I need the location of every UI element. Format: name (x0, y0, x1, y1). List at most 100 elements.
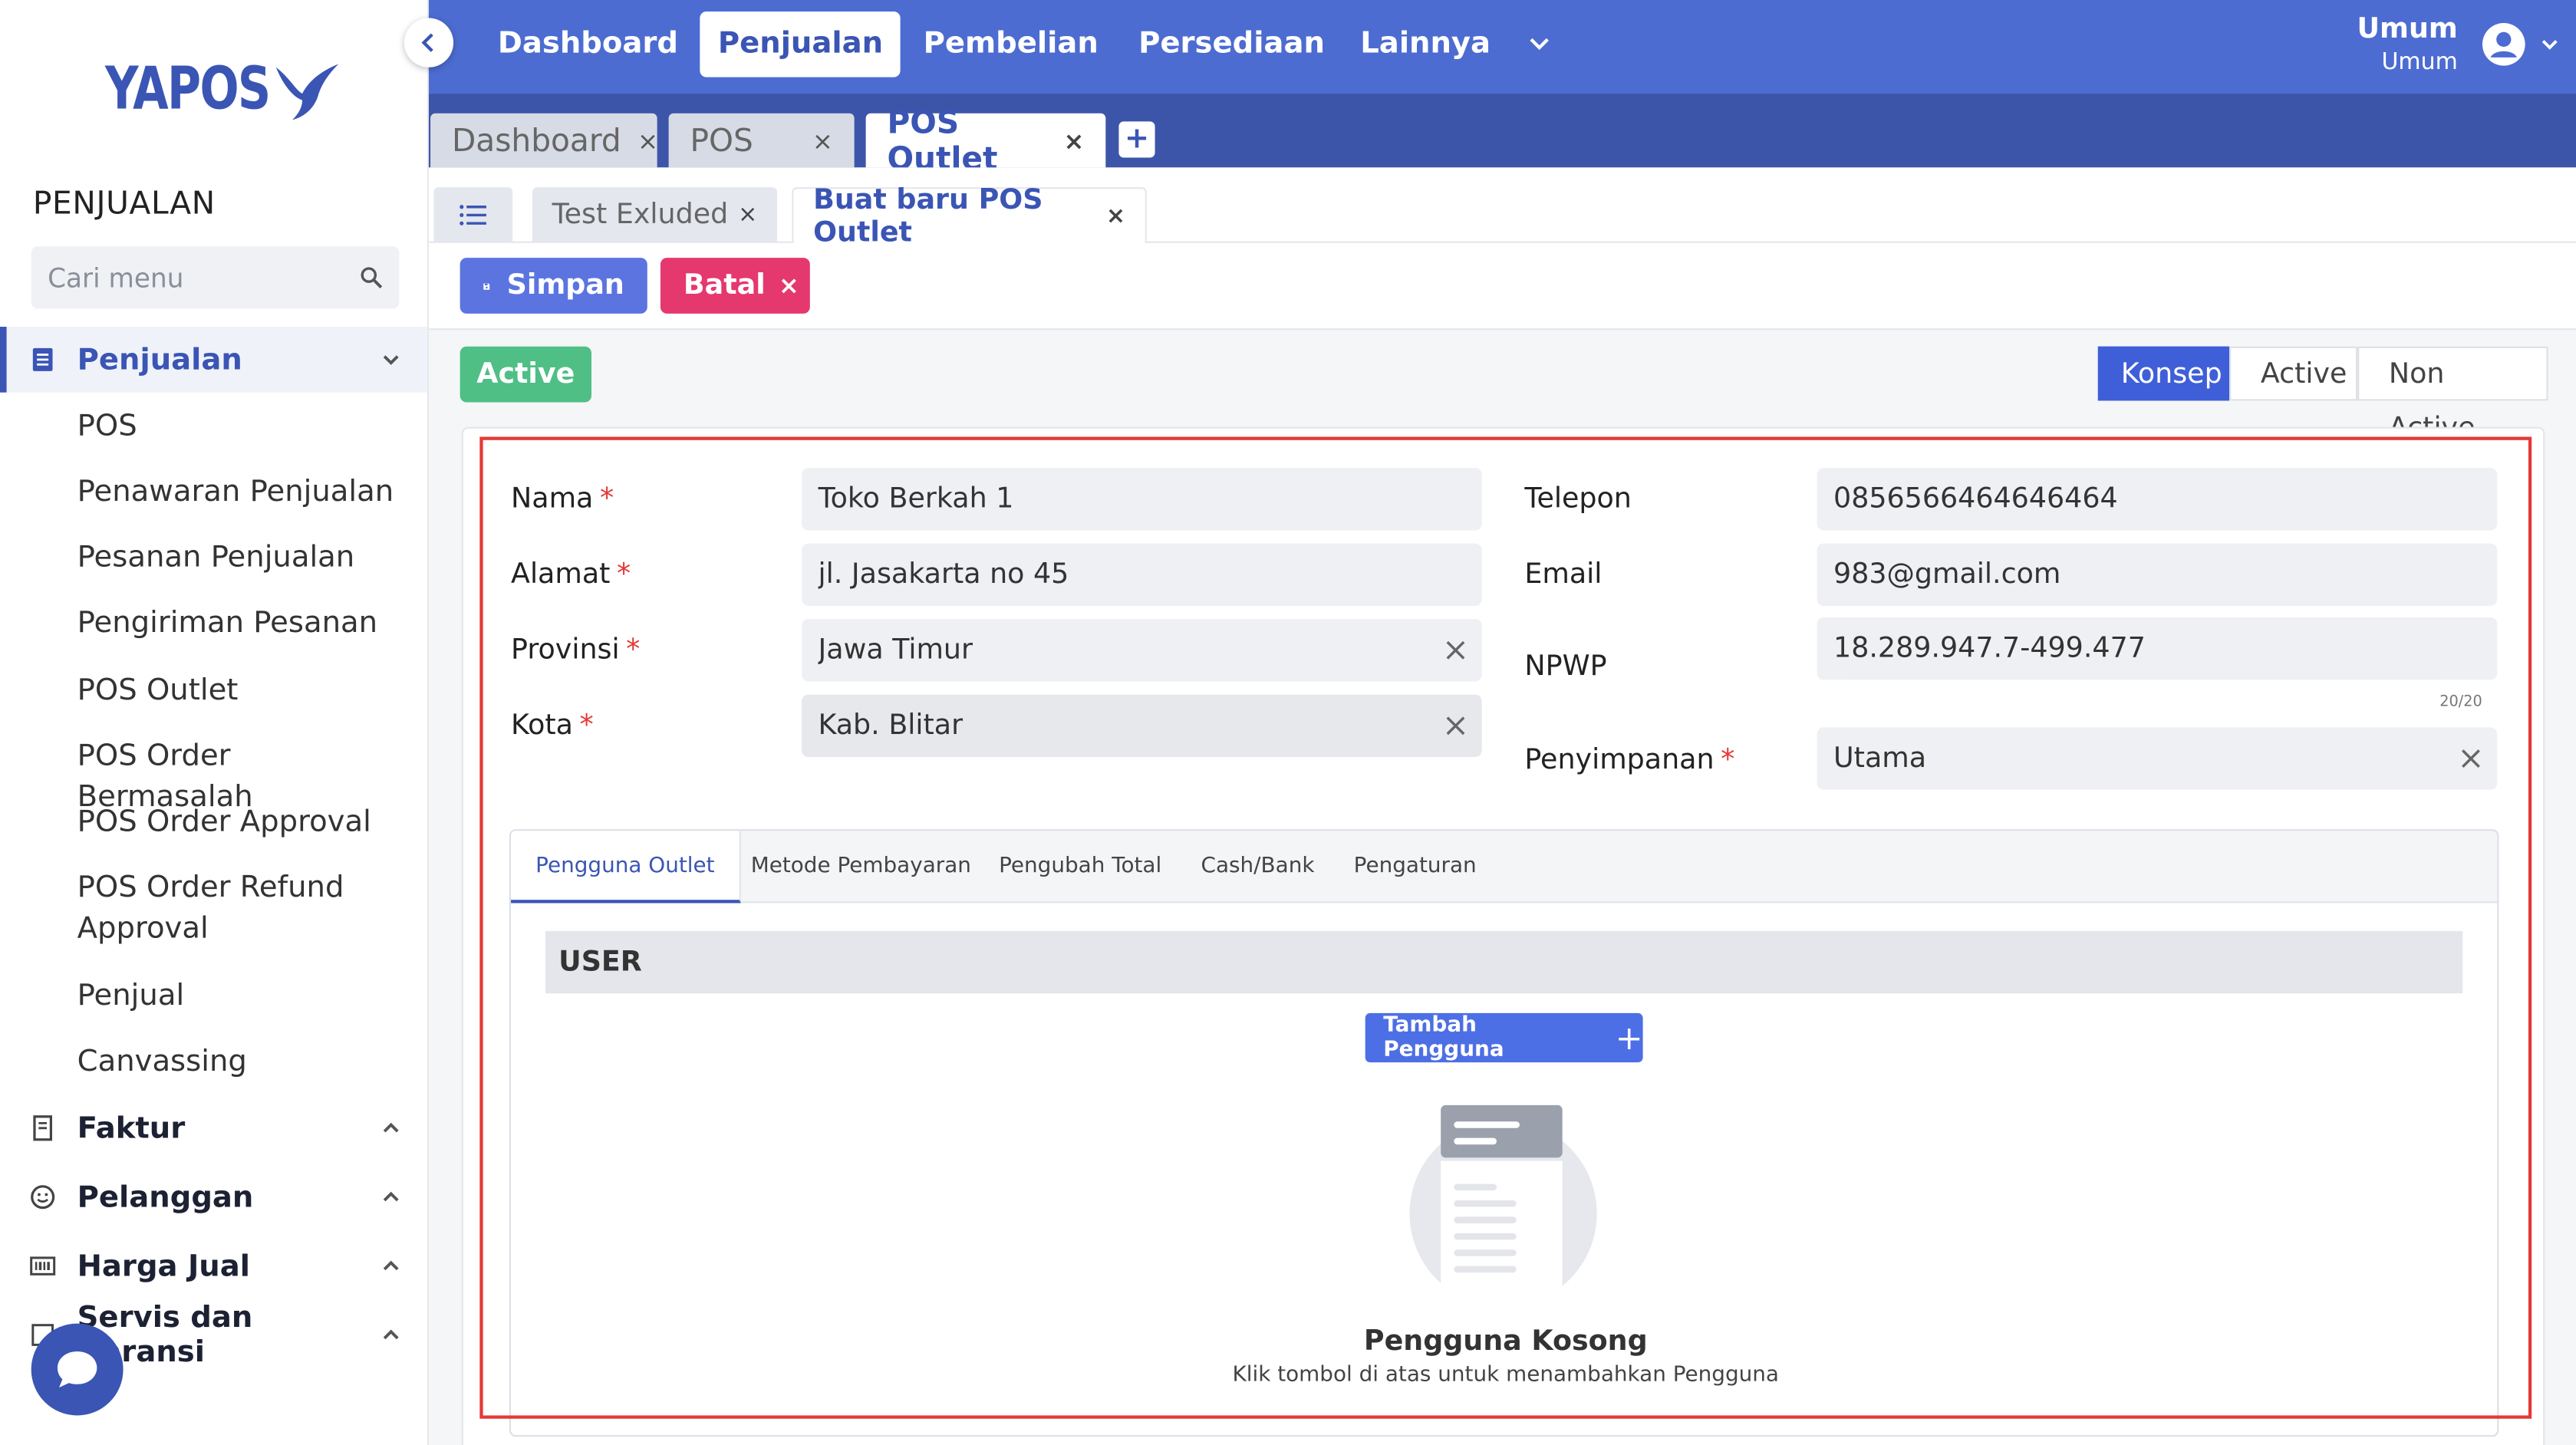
sidebar-group-penjualan[interactable]: Penjualan (0, 327, 427, 393)
search-icon (361, 267, 383, 289)
sidebar-group-faktur[interactable]: Faktur (0, 1095, 427, 1161)
outlet-detail-tabs: Pengguna Outlet Metode Pembayaran Pengub… (509, 829, 2499, 1437)
tab-pos[interactable]: POS × (668, 113, 855, 168)
document-list-icon (30, 347, 56, 373)
chevron-up-icon (383, 1329, 399, 1340)
sidebar-item-canvassing[interactable]: Canvassing (77, 1041, 414, 1082)
sidebar-item-pos-outlet[interactable]: POS Outlet (77, 670, 414, 711)
list-view-button[interactable] (433, 187, 513, 243)
subtab-buat-baru-pos-outlet[interactable]: Buat baru POS Outlet × (792, 183, 1147, 249)
sidebar-group-pelanggan[interactable]: Pelanggan (0, 1164, 427, 1230)
close-icon[interactable]: × (1106, 202, 1125, 229)
user-avatar-icon[interactable] (2481, 21, 2527, 67)
empty-state-title: Pengguna Kosong (1363, 1325, 1648, 1358)
status-badge: Active (460, 346, 591, 403)
menu-search-box[interactable] (31, 246, 400, 309)
sidebar-item-pos-order-approval[interactable]: POS Order Approval (77, 801, 414, 843)
penyimpanan-select[interactable] (1817, 727, 2498, 790)
chat-button[interactable] (31, 1323, 124, 1416)
nama-label: Nama * (511, 482, 614, 516)
kota-select[interactable] (802, 694, 1482, 757)
add-user-label: Tambah Pengguna (1383, 1012, 1504, 1063)
menu-search-input[interactable] (48, 262, 361, 294)
step-non-active[interactable]: Non Active (2357, 346, 2548, 445)
floppy-disk-icon (483, 282, 490, 289)
npwp-char-counter: 20/20 (2439, 694, 2482, 712)
nama-input[interactable] (802, 468, 1482, 531)
step-konsep[interactable]: Konsep (2097, 346, 2230, 401)
nav-dashboard[interactable]: Dashboard (479, 12, 696, 77)
sidebar-group-label: Harga Jual (77, 1249, 250, 1284)
sidebar: YAPOS PENJUALAN Penjualan POS Penawaran … (0, 0, 429, 1445)
clear-icon[interactable] (1444, 714, 1467, 737)
chevron-left-icon (421, 33, 433, 52)
sidebar-item-penawaran-penjualan[interactable]: Penawaran Penjualan (77, 471, 414, 512)
subtab-test-exluded[interactable]: Test Exluded × (532, 187, 777, 243)
tab-metode-pembayaran[interactable]: Metode Pembayaran (726, 831, 996, 903)
brand-logo[interactable]: YAPOS (105, 56, 341, 123)
empty-document-icon (1409, 1104, 1597, 1292)
user-info[interactable]: Umum Umum (2357, 13, 2457, 79)
provinsi-select[interactable] (802, 619, 1482, 682)
invoice-icon (30, 1115, 56, 1141)
close-icon[interactable]: × (621, 126, 658, 156)
step-active[interactable]: Active (2229, 346, 2358, 401)
penyimpanan-label: Penyimpanan * (1524, 743, 1735, 777)
tab-pengaturan[interactable]: Pengaturan (1329, 831, 1501, 903)
chevron-down-icon[interactable] (2540, 35, 2560, 54)
barcode-icon (30, 1253, 56, 1279)
sidebar-group-label: Penjualan (77, 342, 242, 377)
form-toolbar: Simpan Batal × (428, 242, 2576, 331)
telepon-input[interactable] (1817, 468, 2498, 531)
tab-pengubah-total[interactable]: Pengubah Total (974, 831, 1186, 903)
list-icon (460, 205, 486, 225)
alamat-input[interactable] (802, 543, 1482, 606)
npwp-input[interactable] (1817, 617, 2498, 680)
clear-icon[interactable] (2459, 747, 2482, 770)
sidebar-item-pos-order-refund-approval[interactable]: POS Order Refund Approval (77, 867, 357, 949)
sidebar-item-penjual[interactable]: Penjual (77, 976, 414, 1017)
clear-icon[interactable] (1444, 639, 1467, 662)
close-icon[interactable]: × (796, 126, 833, 156)
save-button[interactable]: Simpan (460, 258, 647, 314)
provinsi-label: Provinsi * (511, 634, 641, 667)
nav-pembelian[interactable]: Pembelian (905, 12, 1116, 77)
alamat-label: Alamat * (511, 558, 631, 591)
nav-penjualan[interactable]: Penjualan (700, 11, 901, 77)
inner-tab-bar: Pengguna Outlet Metode Pembayaran Pengub… (511, 831, 2498, 904)
tab-label: Dashboard (451, 122, 621, 159)
page-tab-bar: Dashboard × POS × POS Outlet × + (428, 94, 2576, 176)
tab-pengguna-outlet[interactable]: Pengguna Outlet (511, 831, 741, 904)
sidebar-item-pos[interactable]: POS (77, 406, 414, 447)
sidebar-group-label: Pelanggan (77, 1180, 254, 1215)
chevron-down-icon (383, 355, 399, 365)
bird-logo-icon (275, 63, 339, 120)
tab-cash-bank[interactable]: Cash/Bank (1176, 831, 1339, 903)
sidebar-group-harga-jual[interactable]: Harga Jual (0, 1233, 427, 1299)
chevron-up-icon (383, 1260, 399, 1271)
sidebar-item-pengiriman-pesanan[interactable]: Pengiriman Pesanan (77, 603, 414, 644)
tab-label: POS Outlet (887, 104, 998, 177)
chevron-down-icon[interactable] (1527, 30, 1553, 56)
tab-dashboard[interactable]: Dashboard × (430, 113, 658, 168)
nav-persediaan[interactable]: Persediaan (1121, 12, 1343, 77)
cancel-button[interactable]: Batal × (660, 258, 810, 314)
sidebar-collapse-button[interactable] (404, 18, 454, 67)
chevron-up-icon (383, 1122, 399, 1133)
save-label: Simpan (506, 269, 624, 302)
sidebar-item-pesanan-penjualan[interactable]: Pesanan Penjualan (77, 537, 414, 578)
cancel-label: Batal (683, 269, 766, 302)
telepon-label: Telepon (1524, 482, 1632, 516)
top-navigation: Dashboard Penjualan Pembelian Persediaan… (428, 0, 2576, 94)
smiley-icon (30, 1184, 56, 1210)
add-user-button[interactable]: Tambah Pengguna + (1365, 1012, 1643, 1063)
close-icon[interactable]: × (738, 202, 757, 228)
brand-name: YAPOS (105, 55, 271, 123)
user-role: Umum (2381, 49, 2458, 76)
close-icon[interactable]: × (1047, 126, 1085, 156)
add-tab-button[interactable]: + (1118, 121, 1155, 158)
tab-label: POS (690, 122, 753, 159)
email-input[interactable] (1817, 543, 2498, 606)
nav-lainnya[interactable]: Lainnya (1342, 12, 1509, 77)
tab-pos-outlet[interactable]: POS Outlet × (865, 104, 1106, 176)
